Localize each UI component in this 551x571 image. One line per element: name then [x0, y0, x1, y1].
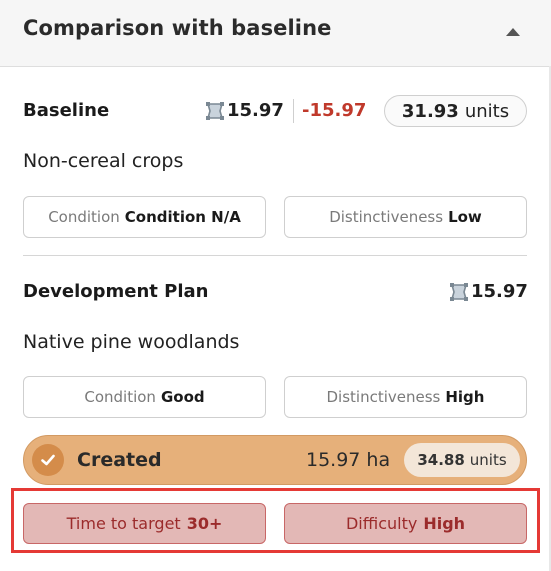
time-to-target-label: Time to target [66, 514, 181, 533]
panel-title: Comparison with baseline [23, 16, 332, 40]
difficulty-label: Difficulty [345, 514, 418, 533]
condition-value: Condition N/A [124, 208, 241, 226]
created-units-badge: 34.88 units [404, 443, 520, 477]
baseline-units-badge: 31.93 units [384, 95, 527, 127]
created-units-label: units [469, 451, 507, 469]
section-divider [23, 255, 527, 256]
difficulty-value: High [423, 514, 466, 533]
baseline-area: 15.97 [205, 100, 284, 121]
baseline-habitat: Non-cereal crops [23, 150, 184, 172]
difficulty-chip: Difficulty High [284, 503, 527, 544]
distinctiveness-label: Distinctiveness [329, 208, 444, 226]
time-to-target-value: 30+ [186, 514, 223, 533]
created-units-value: 34.88 [417, 451, 465, 469]
plan-area-value: 15.97 [471, 281, 528, 302]
created-area: 15.97 ha [306, 449, 391, 471]
baseline-change-value: -15.97 [302, 100, 367, 121]
plan-habitat: Native pine woodlands [23, 331, 240, 353]
plan-condition-chip: Condition Good [23, 376, 266, 418]
panel-header[interactable]: Comparison with baseline [0, 0, 551, 67]
baseline-condition-chip: Condition Condition N/A [23, 196, 266, 238]
area-icon [450, 282, 468, 301]
condition-label: Condition [84, 388, 156, 406]
created-label: Created [77, 449, 162, 471]
separator [293, 99, 294, 123]
comparison-panel: Comparison with baseline Baseline 15.97 … [0, 0, 551, 571]
plan-distinctiveness-chip: Distinctiveness High [284, 376, 527, 418]
area-icon [206, 101, 224, 120]
plan-area: 15.97 [449, 281, 528, 302]
baseline-title: Baseline [23, 100, 110, 121]
created-status-bar: Created 15.97 ha 34.88 units [23, 435, 527, 485]
baseline-distinctiveness-chip: Distinctiveness Low [284, 196, 527, 238]
plan-title: Development Plan [23, 281, 209, 302]
distinctiveness-label: Distinctiveness [326, 388, 441, 406]
collapse-button[interactable] [500, 20, 526, 44]
baseline-units-value: 31.93 [401, 100, 459, 122]
check-icon [32, 444, 64, 476]
time-to-target-chip: Time to target 30+ [23, 503, 266, 544]
baseline-area-value: 15.97 [227, 100, 284, 121]
condition-label: Condition [48, 208, 120, 226]
distinctiveness-value: High [445, 388, 485, 406]
baseline-units-label: units [464, 100, 510, 122]
chevron-up-icon [506, 28, 520, 36]
distinctiveness-value: Low [448, 208, 482, 226]
condition-value: Good [160, 388, 205, 406]
